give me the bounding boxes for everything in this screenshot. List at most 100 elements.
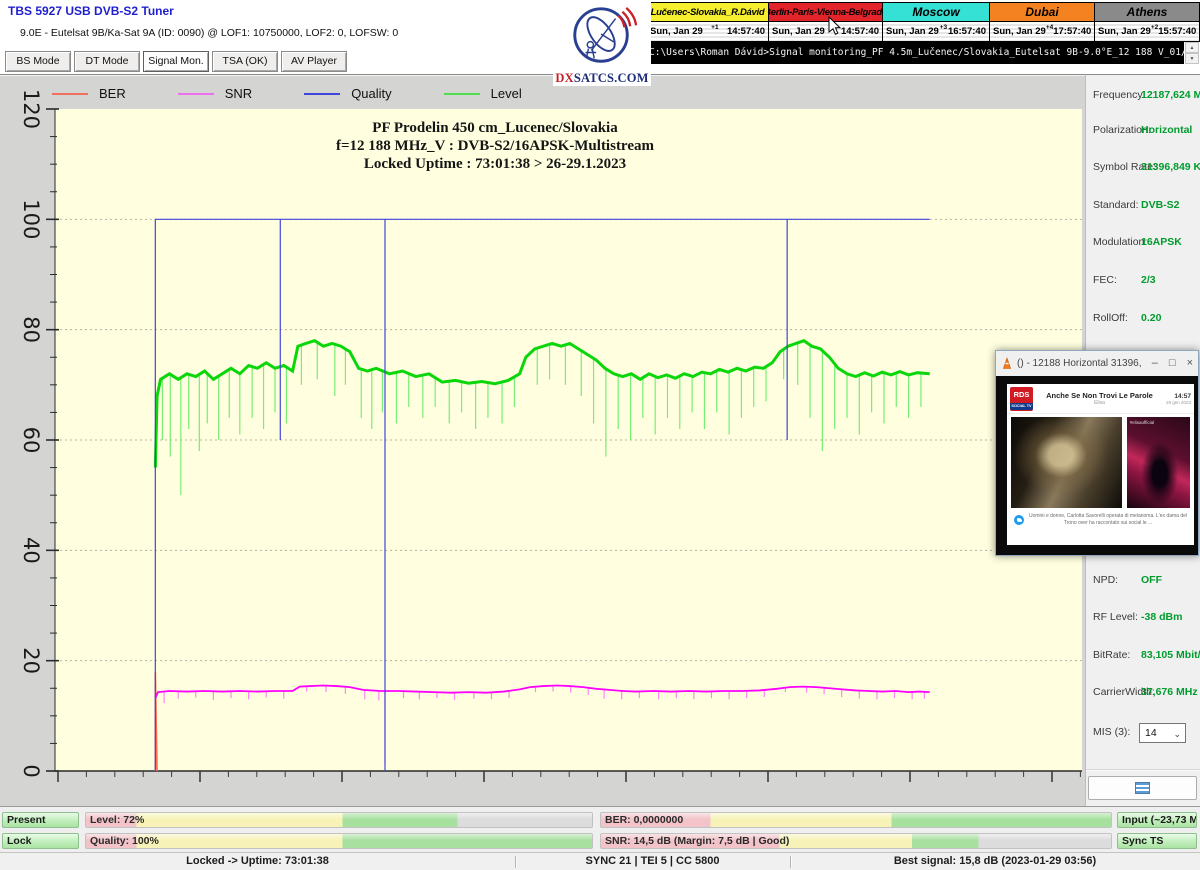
dxsatcs-logo: DXSATCS.COM xyxy=(553,2,651,86)
statusbar-section-3: Best signal: 15,8 dB (2023-01-29 03:56) xyxy=(790,855,1200,867)
maximize-button[interactable]: □ xyxy=(1169,358,1176,369)
param-value: 83,105 Mbit/s xyxy=(1141,649,1200,661)
indicator-sync-ts: Sync TS xyxy=(1117,833,1197,849)
vlc-cone-icon xyxy=(1001,357,1013,370)
param-value: DVB-S2 xyxy=(1141,199,1180,211)
chart-legend: BER SNR Quality Level xyxy=(52,86,574,101)
vlc-video-area[interactable]: RDS SOCIAL TV Anche Se Non Trovi Le Paro… xyxy=(996,376,1198,555)
panel-settings-button[interactable] xyxy=(1088,776,1197,800)
scroll-down-button[interactable]: ▼ xyxy=(1185,53,1199,64)
legend-item-level: Level xyxy=(444,86,522,101)
logo-text-rest: SATCS.COM xyxy=(574,71,649,85)
meter-snr: SNR: 14,5 dB (Margin: 7,5 dB | Good) xyxy=(600,833,1112,849)
tab-tsa-ok-[interactable]: TSA (OK) xyxy=(212,51,278,72)
legend-line-icon xyxy=(52,93,88,95)
clock-hhmmss: 15:57:40 xyxy=(1158,26,1196,37)
meter-level: Level: 72% xyxy=(85,812,593,828)
statusbar-section-1: Locked -> Uptime: 73:01:38 xyxy=(0,855,515,867)
clock-time: Sun, Jan 29+417:57:40 xyxy=(990,22,1094,41)
video-thumbnail-side: #elisaofficial xyxy=(1127,417,1190,508)
clock-date: Sun, Jan 29 xyxy=(886,26,939,37)
clock-hhmmss: 14:57:40 xyxy=(841,26,879,37)
rds-logo: RDS SOCIAL TV xyxy=(1010,387,1033,411)
logo-text-dx: DX xyxy=(555,71,573,85)
tab-av-player[interactable]: AV Player xyxy=(281,51,347,72)
legend-item-quality: Quality xyxy=(304,86,391,101)
news-caption: Uomini e donne, Carlotta Savorelli opera… xyxy=(1029,513,1187,527)
statusbar-divider xyxy=(790,856,791,868)
clock-utc-offset: +1 xyxy=(711,24,718,31)
param-npd-: NPD:OFF xyxy=(1086,574,1200,588)
svg-text:20: 20 xyxy=(19,647,43,674)
clock-hhmmss: 14:57:40 xyxy=(727,26,765,37)
param-label: RF Level: xyxy=(1093,611,1138,623)
satellite-dish-icon xyxy=(567,2,637,70)
legend-item-snr: SNR xyxy=(178,86,252,101)
param-label: FEC: xyxy=(1093,274,1117,286)
statusbar-section-2: SYNC 21 | TEI 5 | CC 5800 xyxy=(515,855,790,867)
tab-signal-mon-[interactable]: Signal Mon. xyxy=(143,51,209,72)
vlc-window-title: () - 12188 Horizontal 31396,849... xyxy=(1017,358,1141,369)
svg-text:60: 60 xyxy=(19,427,43,454)
legend-label: SNR xyxy=(225,86,252,101)
legend-label: Quality xyxy=(351,86,391,101)
svg-text:120: 120 xyxy=(19,89,43,129)
clock-city-label: Moscow xyxy=(883,3,989,22)
app-window: TBS 5927 USB DVB-S2 Tuner 9.0E - Eutelsa… xyxy=(0,0,1200,870)
meter-quality: Quality: 100% xyxy=(85,833,593,849)
clock-moscow: MoscowSun, Jan 29+316:57:40 xyxy=(883,3,990,41)
chevron-down-icon: ⌄ xyxy=(1173,725,1181,743)
song-title: Anche Se Non Trovi Le Parole xyxy=(1033,391,1166,400)
svg-text:40: 40 xyxy=(19,537,43,564)
minimize-button[interactable]: – xyxy=(1152,358,1158,369)
meter-label: SNR: 14,5 dB (Margin: 7,5 dB | Good) xyxy=(601,834,1111,848)
svg-text:0: 0 xyxy=(19,764,43,777)
svg-text:100: 100 xyxy=(19,199,43,239)
video-thumbnail-main xyxy=(1011,417,1122,508)
mis-dropdown[interactable]: 14 ⌄ xyxy=(1139,723,1186,743)
chart-title-line2: f=12 188 MHz_V : DVB-S2/16APSK-Multistre… xyxy=(95,137,895,155)
legend-item-ber: BER xyxy=(52,86,126,101)
clock-athens: AthensSun, Jan 29+215:57:40 xyxy=(1095,3,1199,41)
broadcast-card: RDS SOCIAL TV Anche Se Non Trovi Le Paro… xyxy=(1007,384,1194,545)
mode-tabs: BS ModeDT ModeSignal Mon.TSA (OK)AV Play… xyxy=(5,51,347,72)
clock-time: Sun, Jan 29+215:57:40 xyxy=(1095,22,1199,41)
param-label: BitRate: xyxy=(1093,649,1130,661)
param-value: 12187,624 MHz xyxy=(1141,89,1200,101)
rds-logo-text: RDS xyxy=(1014,390,1030,399)
close-button[interactable]: × xyxy=(1187,358,1193,369)
svg-text:80: 80 xyxy=(19,316,43,343)
legend-label: BER xyxy=(99,86,126,101)
param-polarization-: Polarization:Horizontal xyxy=(1086,124,1200,138)
clock-city-label: Dubai xyxy=(990,3,1094,22)
scroll-up-button[interactable]: ▲ xyxy=(1185,42,1199,53)
param-fec-: FEC:2/3 xyxy=(1086,274,1200,288)
param-symbol-rate-: Symbol Rate:31396,849 KS/s xyxy=(1086,161,1200,175)
tab-dt-mode[interactable]: DT Mode xyxy=(74,51,140,72)
param-carrierwidth-: CarrierWidth:37,676 MHz xyxy=(1086,686,1200,700)
mis-label: MIS (3): xyxy=(1093,726,1130,738)
vlc-titlebar[interactable]: () - 12188 Horizontal 31396,849... – □ × xyxy=(996,351,1198,376)
param-value: 0.20 xyxy=(1141,312,1161,324)
thumbnail-tag: #elisaofficial xyxy=(1130,420,1154,425)
statusbar-divider xyxy=(515,856,516,868)
signal-meters: PresentLevel: 72%BER: 0,0000000Input (~2… xyxy=(0,806,1200,852)
tab-bs-mode[interactable]: BS Mode xyxy=(5,51,71,72)
legend-line-icon xyxy=(444,93,480,95)
param-label: NPD: xyxy=(1093,574,1118,586)
logo-text: DXSATCS.COM xyxy=(553,71,651,86)
clock-city-label: Athens xyxy=(1095,3,1199,22)
chart-title-line1: PF Prodelin 450 cm_Lucenec/Slovakia xyxy=(95,119,895,137)
clock-date: Sun, Jan 29 xyxy=(772,26,825,37)
clock-hhmmss: 17:57:40 xyxy=(1053,26,1091,37)
console-line[interactable]: C:\Users\Roman Dávid>Signal monitoring_P… xyxy=(646,42,1184,64)
param-rolloff-: RollOff:0.20 xyxy=(1086,312,1200,326)
clock-city-label: Berlin-Paris-Vienna-Belgrade xyxy=(769,3,882,22)
console-scrollbar[interactable]: ▲ ▼ xyxy=(1185,42,1199,64)
broadcast-time: 14:57 xyxy=(1166,393,1191,400)
param-value: Horizontal xyxy=(1141,124,1192,136)
meter-label: Quality: 100% xyxy=(86,834,592,848)
clock-hhmmss: 16:57:40 xyxy=(948,26,986,37)
broadcast-header: RDS SOCIAL TV Anche Se Non Trovi Le Paro… xyxy=(1007,384,1194,414)
news-caption-row: Uomini e donne, Carlotta Savorelli opera… xyxy=(1007,508,1194,527)
